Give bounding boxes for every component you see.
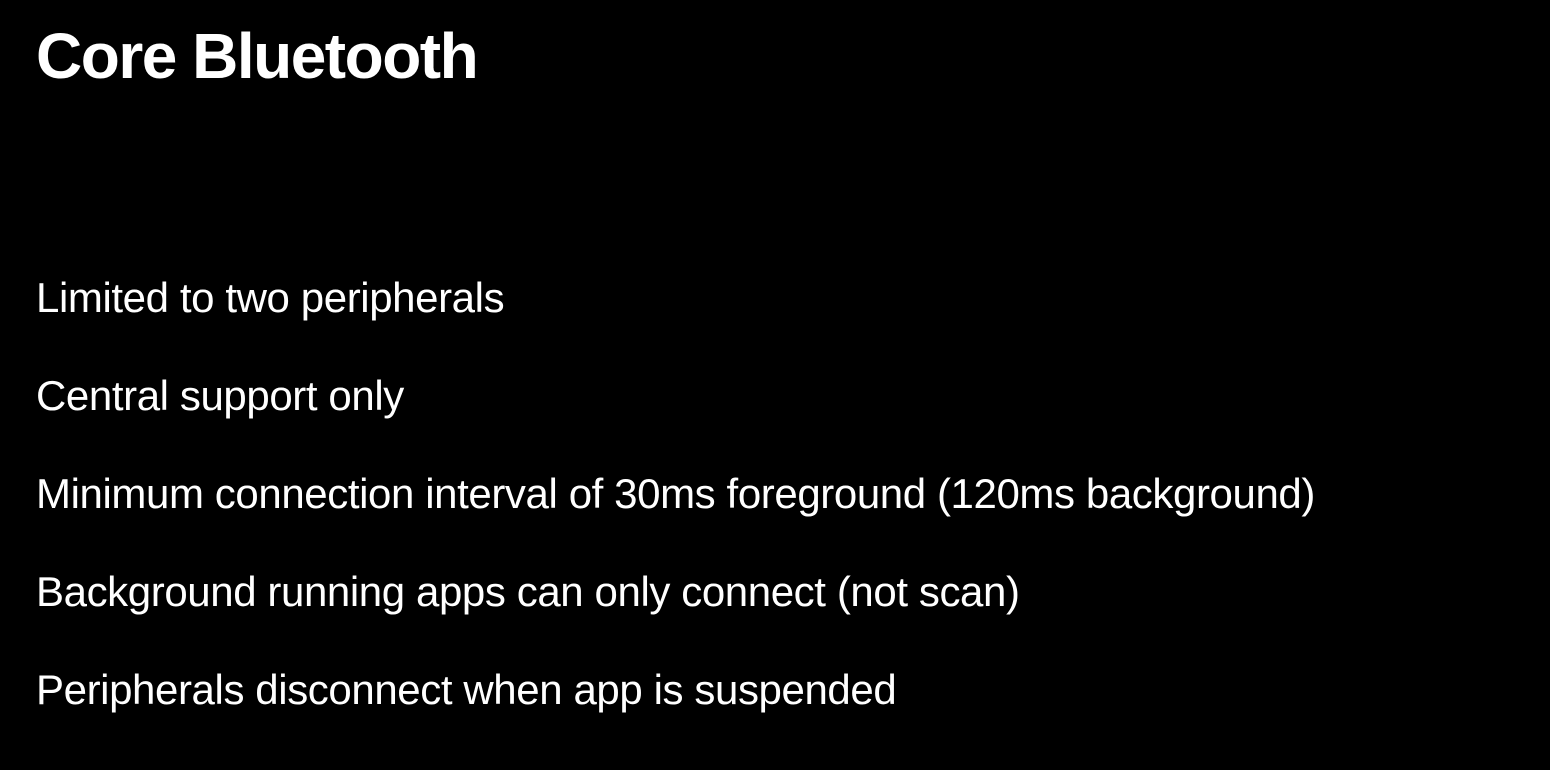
- slide-title: Core Bluetooth: [36, 20, 479, 92]
- bullet-item: Minimum connection interval of 30ms fore…: [36, 470, 1315, 517]
- bullet-item: Central support only: [36, 372, 404, 419]
- bullet-list: Limited to two peripherals Central suppo…: [36, 272, 1315, 716]
- bullet-item: Background running apps can only connect…: [36, 568, 1020, 615]
- slide: Core Bluetooth Limited to two peripheral…: [0, 0, 1550, 770]
- bullet-item: Limited to two peripherals: [36, 274, 505, 321]
- bullet-item: Peripherals disconnect when app is suspe…: [36, 666, 897, 713]
